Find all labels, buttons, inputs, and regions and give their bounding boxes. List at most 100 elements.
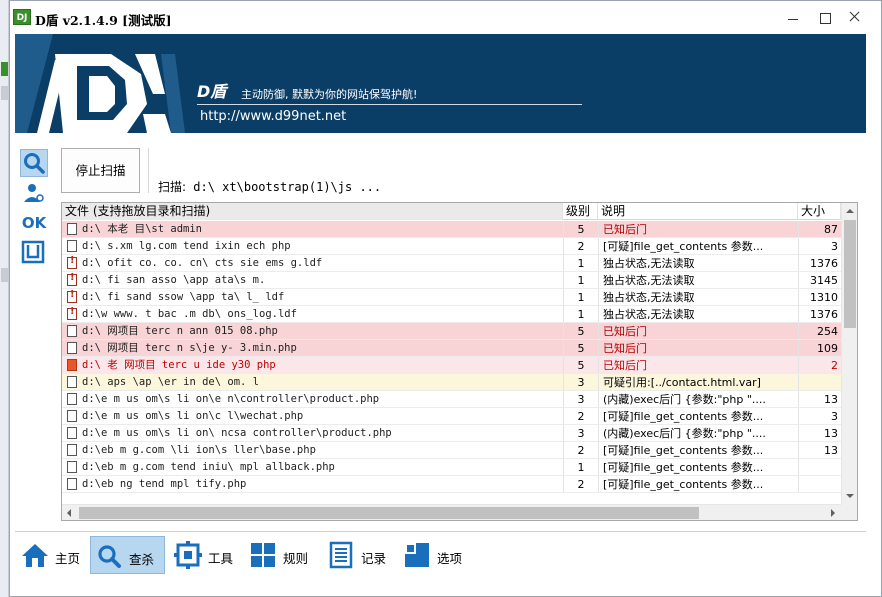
scroll-thumb[interactable] [844,220,856,328]
table-row[interactable]: d:\e m us om\s li on\e n\controller\prod… [62,391,841,408]
file-icon [67,461,77,473]
column-header-file[interactable]: 文件 (支持拖放目录和扫描) [62,203,563,220]
maximize-button[interactable] [810,7,840,27]
horizontal-scrollbar[interactable] [62,504,841,520]
file-icon [67,240,77,252]
cell-path: d:\ 网项目 terc n ann 015 08.php [82,325,278,337]
scroll-thumb[interactable] [79,507,699,519]
scan-search-button[interactable] [20,149,48,177]
house-icon [22,544,48,567]
cell-desc: (内藏)exec后门 {参数:"php ".... [598,425,798,442]
cell-path: d:\ ofit co. co. cn\ cts sie ems g.ldf [82,257,323,269]
cell-level: 3 [563,425,598,442]
nav-scan[interactable]: 查杀 [90,536,165,574]
table-row[interactable]: d:\w www. t bac .m db\ ons_log.ldf 1独占状态,… [62,306,841,323]
cell-desc: 独占状态,无法读取 [598,306,798,323]
ok-button[interactable]: OK [20,209,48,237]
app-icon: DJ [13,9,31,25]
container-button[interactable] [20,239,48,267]
cell-size: 109 [798,340,840,357]
cell-level: 1 [563,306,598,323]
cell-size: 1376 [798,306,840,323]
cell-size: 3 [798,408,840,425]
vertical-scrollbar[interactable] [841,203,857,504]
cell-size: 87 [798,221,840,238]
table-row[interactable]: d:\ fi sand ssow \app ta\ l_ ldf 1独占状态,无法… [62,289,841,306]
list-header: 文件 (支持拖放目录和扫描) 级别 说明 大小 [62,203,841,220]
scroll-up-icon[interactable] [842,203,857,219]
cell-path: d:\ s.xm lg.com tend ixin ech php [82,240,291,252]
left-toolbar: OK [20,149,48,269]
cell-level: 3 [563,374,598,391]
cell-path: d:\eb ng tend mpl tify.php [82,478,247,490]
table-row[interactable]: d:\ 网项目 terc n s\je y- 3.min.php 5 已知后门 109 [62,340,841,357]
cell-desc: 已知后门 [598,357,798,374]
infected-file-icon [67,359,77,371]
cell-level: 5 [563,221,598,238]
table-row[interactable]: d:\ 本老 目\st admin 5 已知后门 87 [62,221,841,238]
brand-slogan: 主动防御, 默默为你的网站保驾护航! [241,88,418,101]
cell-desc: 已知后门 [598,221,798,238]
cell-size: 2 [798,357,840,374]
column-header-size[interactable]: 大小 [798,203,841,220]
nav-tools[interactable]: 工具 [170,536,242,574]
table-row[interactable]: d:\ 老 网项目 terc u ide y30 php 5 已知后门 2 [62,357,841,374]
column-header-level[interactable]: 级别 [563,203,598,220]
scroll-down-icon[interactable] [842,488,857,504]
table-row[interactable]: d:\ fi san asso \app ata\s m. 1独占状态,无法读取3… [62,272,841,289]
nav-rules[interactable]: 规则 [245,536,317,574]
desktop-icon [1,86,8,100]
d-shield-logo-icon [15,34,185,133]
nav-log[interactable]: 记录 [323,536,395,574]
nav-options[interactable]: 选项 [399,536,471,574]
cell-path: d:\ fi san asso \app ata\s m. [82,274,266,286]
cell-size [798,374,840,391]
table-row[interactable]: d:\eb m g.com \li ion\s ller\base.php 2 [可… [62,442,841,459]
scan-path: d:\ xt\bootstrap(1)\js ... [193,180,382,194]
document-list-icon [329,541,353,569]
table-row[interactable]: d:\ 网项目 terc n ann 015 08.php 5 已知后门 254 [62,323,841,340]
table-row[interactable]: d:\ aps \ap \er in de\ om. l 3 可疑引用:[../co… [62,374,841,391]
cell-size: 13 [798,391,840,408]
nav-home[interactable]: 主页 [17,536,87,574]
cell-level: 5 [563,340,598,357]
cell-level: 2 [563,442,598,459]
cell-size: 3145 [798,272,840,289]
table-row[interactable]: d:\eb m g.com tend iniu\ mpl allback.php… [62,459,841,476]
row-divider [62,492,841,493]
tools-icon [174,541,202,569]
column-header-desc[interactable]: 说明 [598,203,798,220]
scroll-left-icon[interactable] [62,505,78,520]
scroll-right-icon[interactable] [825,505,841,520]
cell-level: 1 [563,255,598,272]
minimize-button[interactable] [778,7,808,27]
scan-label: 扫描: [158,180,187,194]
cell-desc: [可疑]file_get_contents 参数... [598,476,798,493]
cell-path: d:\e m us om\s li on\e n\controller\prod… [82,393,380,405]
table-row[interactable]: d:\ s.xm lg.com tend ixin ech php 2 [可疑]fi… [62,238,841,255]
file-list[interactable]: 文件 (支持拖放目录和扫描) 级别 说明 大小 d:\ 本老 目\st admi… [61,202,858,521]
app-window: DJ D盾 v2.1.4.9 [测试版] D盾 主动防御, 默默为你的网站保驾护… [9,0,882,597]
cell-level: 2 [563,476,598,493]
close-button[interactable] [840,7,870,27]
desktop-edge [0,0,9,597]
website-link[interactable]: http://www.d99net.net [200,109,346,124]
cell-desc: [可疑]file_get_contents 参数... [598,408,798,425]
user-scan-button[interactable] [20,180,48,208]
cell-size: 1376 [798,255,840,272]
table-row[interactable]: d:\e m us om\s li on\ ncsa controller\pr… [62,425,841,442]
cell-desc: 独占状态,无法读取 [598,289,798,306]
table-row[interactable]: d:\e m us om\s li on\c l\wechat.php 2 [可疑]… [62,408,841,425]
cell-size: 254 [798,323,840,340]
magnifier-icon [24,153,45,174]
stop-scan-button[interactable]: 停止扫描 [61,148,140,193]
file-icon [67,427,77,439]
cell-size: 13 [798,442,840,459]
table-row[interactable]: d:\ ofit co. co. cn\ cts sie ems g.ldf 1独… [62,255,841,272]
file-icon [67,393,77,405]
table-row[interactable]: d:\eb ng tend mpl tify.php 2 [可疑]file_get_… [62,476,841,493]
file-icon [67,325,77,337]
warning-file-icon [67,255,77,269]
cell-desc: 独占状态,无法读取 [598,272,798,289]
cell-path: d:\ fi sand ssow \app ta\ l_ ldf [82,291,285,303]
